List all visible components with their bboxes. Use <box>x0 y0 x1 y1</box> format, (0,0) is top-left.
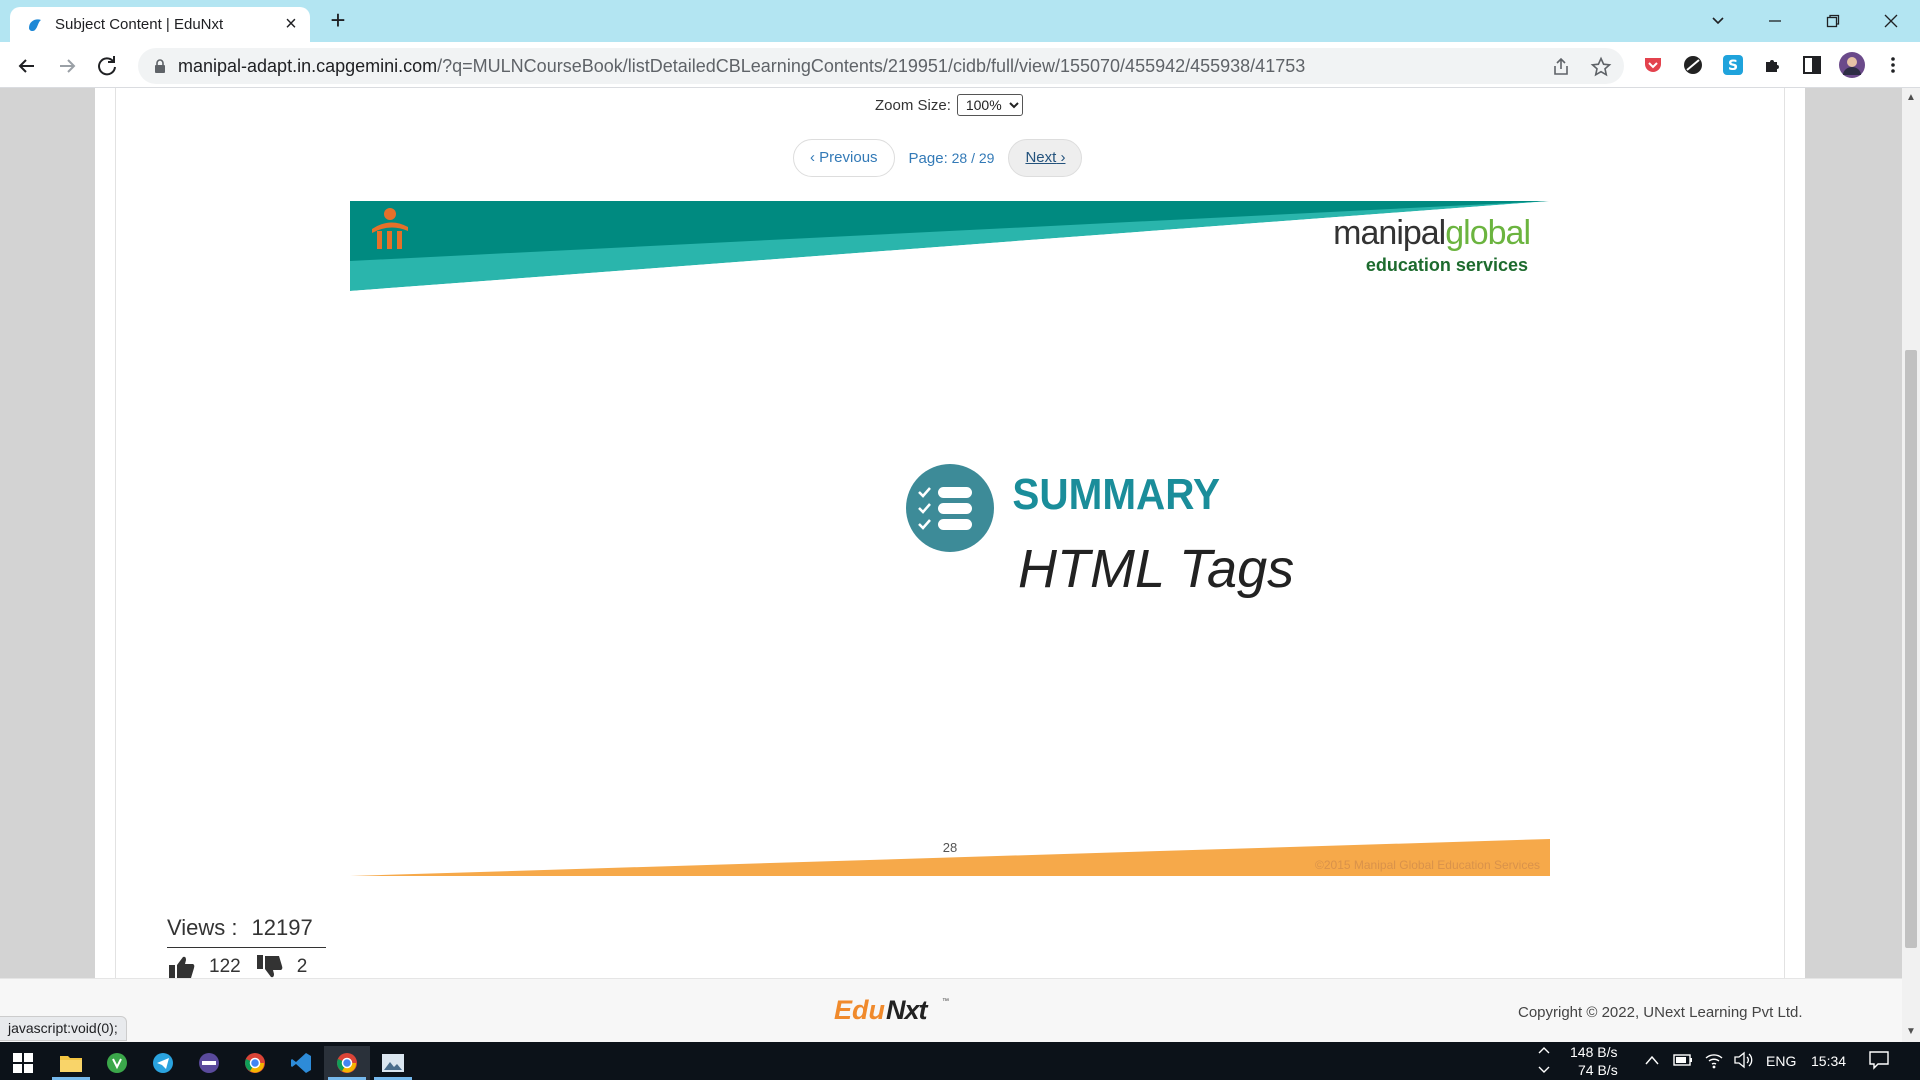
browser-tab-strip: Subject Content | EduNxt × + <box>0 0 1920 42</box>
windows-start-button[interactable] <box>0 1046 46 1080</box>
close-window-button[interactable] <box>1868 4 1914 38</box>
forward-arrow-icon[interactable] <box>50 49 84 83</box>
svg-text:Edu: Edu <box>834 995 886 1025</box>
thumbs-up-icon[interactable] <box>167 954 197 978</box>
thumbs-down-icon[interactable] <box>255 954 285 978</box>
dark-reader-extension-icon[interactable] <box>1682 54 1704 76</box>
slide-copyright: ©2015 Manipal Global Education Services <box>1315 858 1540 872</box>
minimize-window-button[interactable] <box>1752 4 1798 38</box>
back-arrow-icon[interactable] <box>10 49 44 83</box>
share-icon[interactable] <box>1550 56 1572 78</box>
browser-tab[interactable]: Subject Content | EduNxt × <box>10 7 310 42</box>
slide-brand-logo: manipalglobal <box>1333 214 1530 252</box>
vpn-app-taskbar-icon[interactable] <box>186 1046 232 1080</box>
chevron-right-icon: › <box>1060 149 1066 166</box>
close-tab-icon[interactable]: × <box>280 13 302 35</box>
scroll-down-arrow-icon[interactable]: ▼ <box>1905 1026 1917 1038</box>
bookmark-star-icon[interactable] <box>1590 56 1612 78</box>
svg-text:S: S <box>1728 58 1738 74</box>
profile-avatar[interactable] <box>1839 52 1865 78</box>
windows-taskbar: 148 B/s 74 B/s ENG 15:34 <box>0 1042 1920 1080</box>
views-stats: Views : 12197 122 2 <box>167 915 326 978</box>
zoom-control: Zoom Size: 100% <box>875 94 1023 116</box>
next-page-button[interactable]: Next › <box>1008 139 1083 177</box>
skype-extension-icon[interactable]: S <box>1722 54 1744 76</box>
edunxt-favicon-icon <box>29 19 41 32</box>
zoom-size-select[interactable]: 100% <box>956 94 1023 116</box>
views-label: Views : <box>167 915 238 940</box>
chevron-up-icon[interactable] <box>1538 1046 1550 1054</box>
extensions-puzzle-icon[interactable] <box>1762 54 1784 76</box>
tab-search-icon[interactable] <box>1695 4 1741 38</box>
slide-subheading: HTML Tags <box>1018 539 1294 599</box>
side-panel-icon[interactable] <box>1801 54 1823 76</box>
svg-text:™: ™ <box>942 998 949 1005</box>
page-label: Page: <box>908 149 948 167</box>
volume-icon[interactable] <box>1733 1051 1753 1069</box>
previous-label: Previous <box>819 149 878 166</box>
lock-icon[interactable] <box>152 58 168 74</box>
edunxt-logo[interactable]: Edu Nxt ™ <box>832 993 952 1027</box>
green-app-taskbar-icon[interactable] <box>94 1046 140 1080</box>
chrome-taskbar-icon[interactable] <box>232 1046 278 1080</box>
page-navigation: ‹ Previous Page: 28 / 29 Next › <box>793 139 1083 177</box>
scrollbar-thumb[interactable] <box>1905 350 1917 948</box>
notifications-icon[interactable] <box>1868 1050 1890 1070</box>
input-language[interactable]: ENG <box>1766 1053 1796 1069</box>
show-hidden-icons-icon[interactable] <box>1645 1055 1659 1065</box>
wifi-icon[interactable] <box>1704 1051 1724 1069</box>
chevron-left-icon: ‹ <box>810 149 815 166</box>
dislikes-count: 2 <box>296 956 308 977</box>
previous-page-button[interactable]: ‹ Previous <box>793 139 895 177</box>
views-count: Views : 12197 <box>167 915 326 948</box>
file-explorer-taskbar-icon[interactable] <box>48 1046 94 1080</box>
more-menu-icon[interactable] <box>1882 54 1904 76</box>
zoom-label: Zoom Size: <box>875 96 951 114</box>
next-label: Next <box>1025 149 1057 166</box>
chevron-down-icon <box>1538 1066 1550 1073</box>
link-status-tooltip: javascript:void(0); <box>0 1016 127 1041</box>
page-indicator: Page: 28 / 29 <box>895 150 1009 167</box>
site-footer: Edu Nxt ™ Copyright © 2022, UNext Learni… <box>0 978 1902 1042</box>
restore-window-button[interactable] <box>1810 4 1856 38</box>
content-panel: Zoom Size: 100% ‹ Previous Page: 28 / 29… <box>95 88 1805 978</box>
page-value: 28 / 29 <box>951 149 995 166</box>
page-scrollbar[interactable]: ▲ ▼ <box>1902 88 1920 1042</box>
url-path: /?q=MULNCourseBook/listDetailedCBLearnin… <box>437 56 1306 76</box>
address-bar[interactable]: manipal-adapt.in.capgemini.com/?q=MULNCo… <box>138 48 1624 84</box>
pocket-extension-icon[interactable] <box>1642 54 1664 76</box>
network-upload-speed: 148 B/s <box>1570 1044 1618 1060</box>
footer-copyright: Copyright © 2022, UNext Learning Pvt Ltd… <box>1518 1004 1803 1021</box>
svg-text:Nxt: Nxt <box>886 995 929 1025</box>
scroll-up-arrow-icon[interactable]: ▲ <box>1905 92 1917 104</box>
new-tab-button[interactable]: + <box>325 7 351 34</box>
browser-toolbar: manipal-adapt.in.capgemini.com/?q=MULNCo… <box>0 42 1920 88</box>
slide-brand-tagline: education services <box>1366 255 1528 275</box>
vscode-taskbar-icon[interactable] <box>278 1046 324 1080</box>
page-viewport: Zoom Size: 100% ‹ Previous Page: 28 / 29… <box>0 88 1902 978</box>
reload-icon[interactable] <box>90 49 124 83</box>
telegram-taskbar-icon[interactable] <box>140 1046 186 1080</box>
course-slide: manipalglobal education services SUMMARY… <box>350 201 1550 876</box>
slide-heading: SUMMARY <box>1012 469 1220 518</box>
summary-checklist-icon <box>906 464 994 552</box>
system-clock[interactable]: 15:34 <box>1811 1053 1846 1069</box>
likes-count: 122 <box>209 956 241 977</box>
tab-title: Subject Content | EduNxt <box>55 16 224 33</box>
battery-icon[interactable] <box>1672 1052 1694 1068</box>
vote-row: 122 2 <box>167 954 326 978</box>
url-text: manipal-adapt.in.capgemini.com/?q=MULNCo… <box>178 56 1305 77</box>
chrome-active-taskbar-icon[interactable] <box>324 1046 370 1080</box>
views-value: 12197 <box>251 915 313 940</box>
photos-taskbar-icon[interactable] <box>370 1046 416 1080</box>
slide-page-number: 28 <box>943 840 957 855</box>
network-download-speed: 74 B/s <box>1578 1062 1618 1078</box>
url-domain: manipal-adapt.in.capgemini.com <box>178 56 438 76</box>
